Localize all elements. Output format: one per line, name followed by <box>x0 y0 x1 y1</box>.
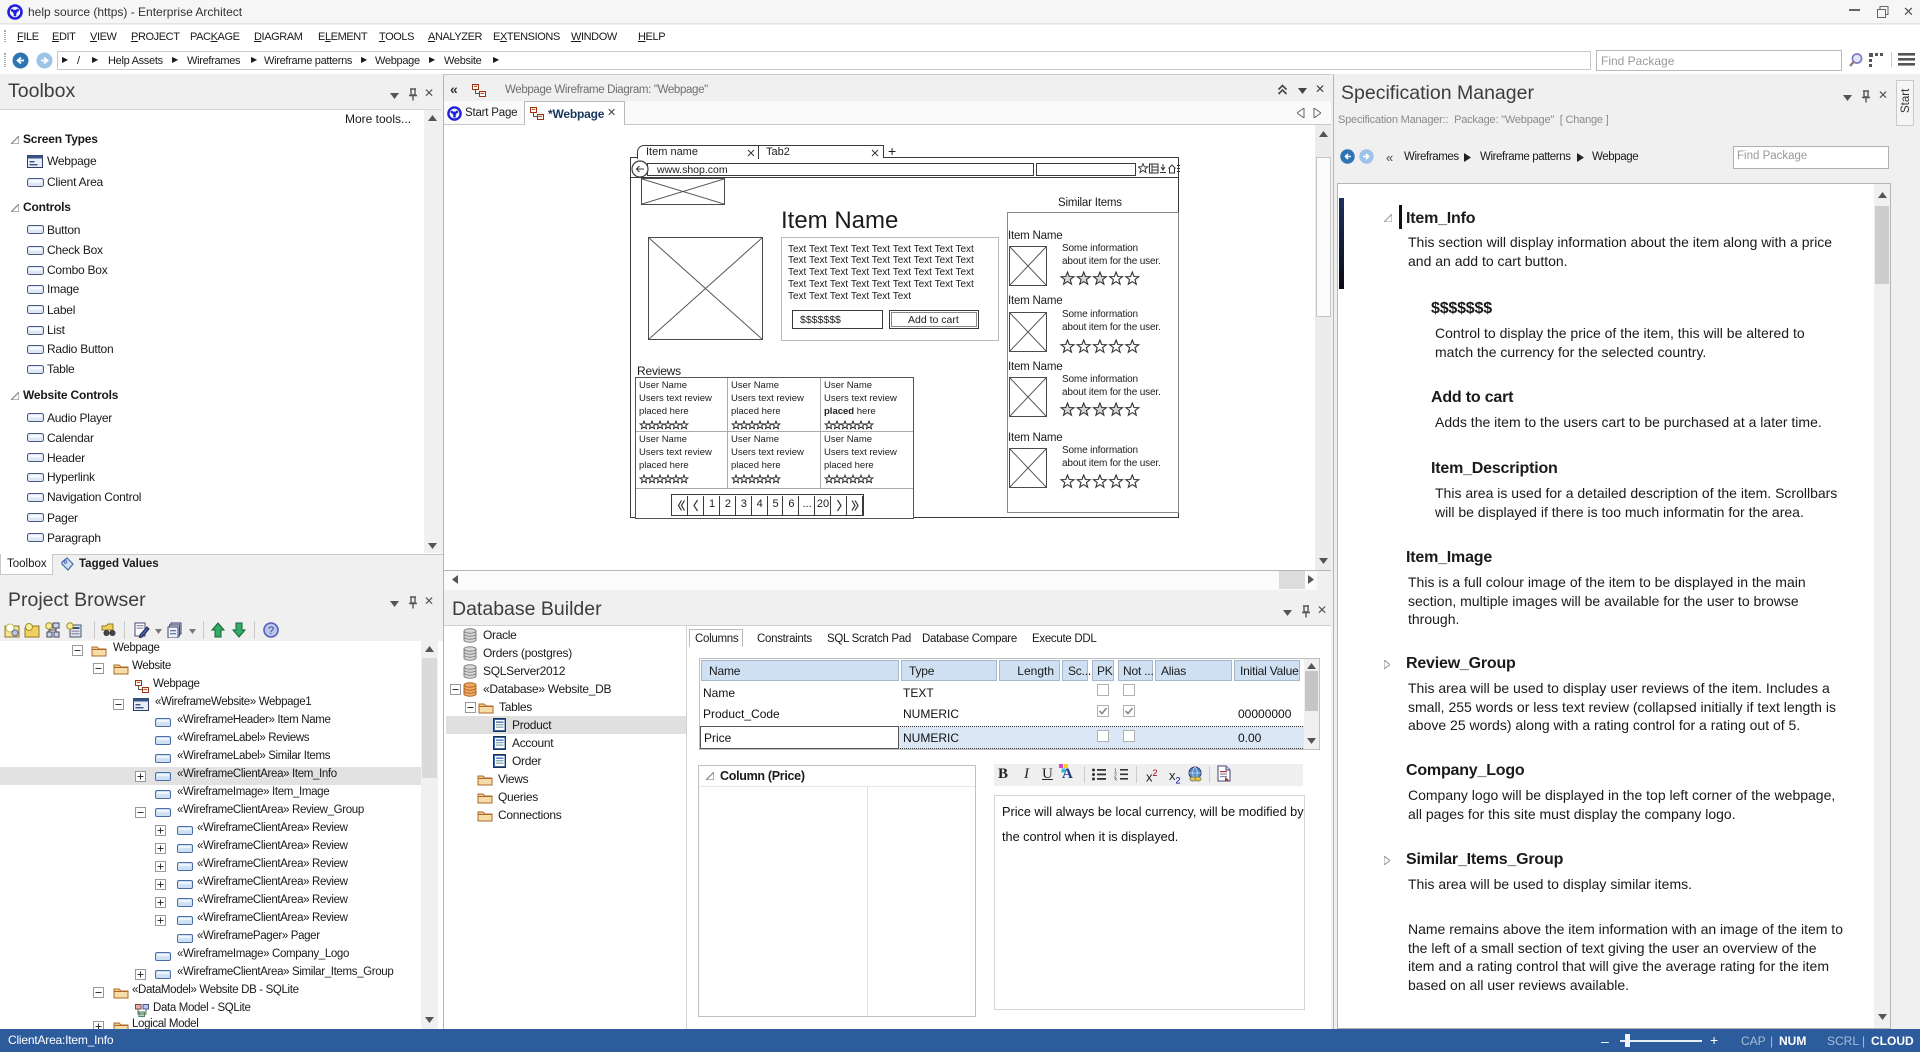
svg-text:?: ? <box>268 625 274 637</box>
svg-text:3: 3 <box>1114 778 1117 781</box>
